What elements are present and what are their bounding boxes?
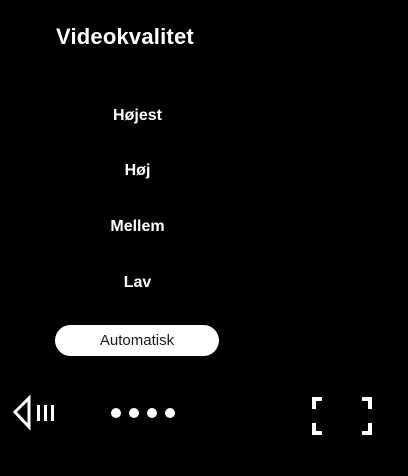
volume-icon — [12, 395, 54, 431]
player-controls-bar — [0, 385, 408, 445]
video-quality-panel: Videokvalitet Højest Høj Mellem Lav Auto… — [0, 0, 408, 476]
fullscreen-button[interactable] — [306, 393, 378, 437]
quality-option-highest[interactable]: Højest — [0, 107, 275, 125]
more-options-button[interactable] — [108, 403, 188, 423]
more-dots-icon — [111, 408, 175, 418]
volume-button[interactable] — [12, 395, 74, 431]
quality-option-high[interactable]: Høj — [0, 162, 275, 180]
quality-option-medium[interactable]: Mellem — [0, 218, 275, 236]
quality-option-low[interactable]: Lav — [0, 274, 275, 292]
fullscreen-icon — [312, 397, 372, 435]
quality-options-list: Højest Høj Mellem Lav Automatisk — [0, 0, 275, 380]
quality-option-automatic-selected[interactable]: Automatisk — [55, 325, 219, 356]
